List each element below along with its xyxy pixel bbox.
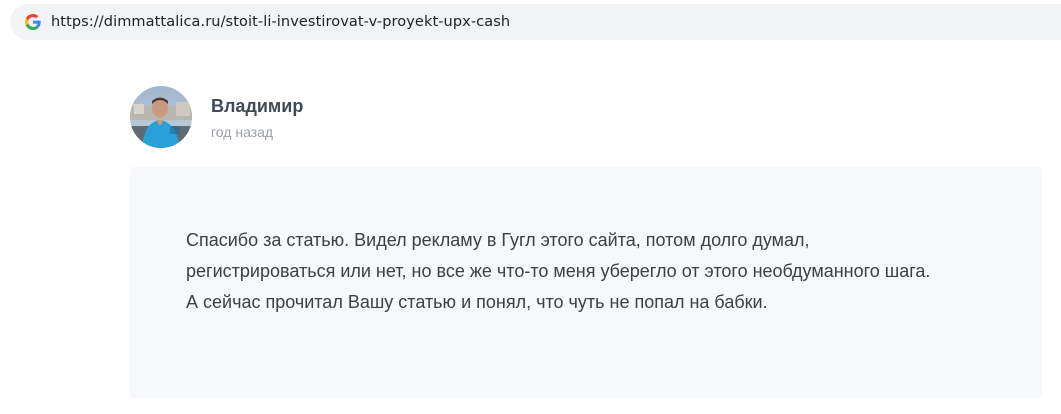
- url-text[interactable]: https://dimmattalica.ru/stoit-li-investi…: [51, 14, 510, 30]
- address-bar[interactable]: https://dimmattalica.ru/stoit-li-investi…: [10, 4, 1061, 40]
- comment-date: год назад: [211, 124, 274, 140]
- avatar[interactable]: [130, 86, 192, 148]
- google-g-icon: [25, 14, 41, 30]
- comment-body: Спасибо за статью. Видел рекламу в Гугл …: [130, 167, 1042, 398]
- comment-text: Спасибо за статью. Видел рекламу в Гугл …: [186, 230, 931, 312]
- author-name[interactable]: Владимир: [211, 96, 303, 117]
